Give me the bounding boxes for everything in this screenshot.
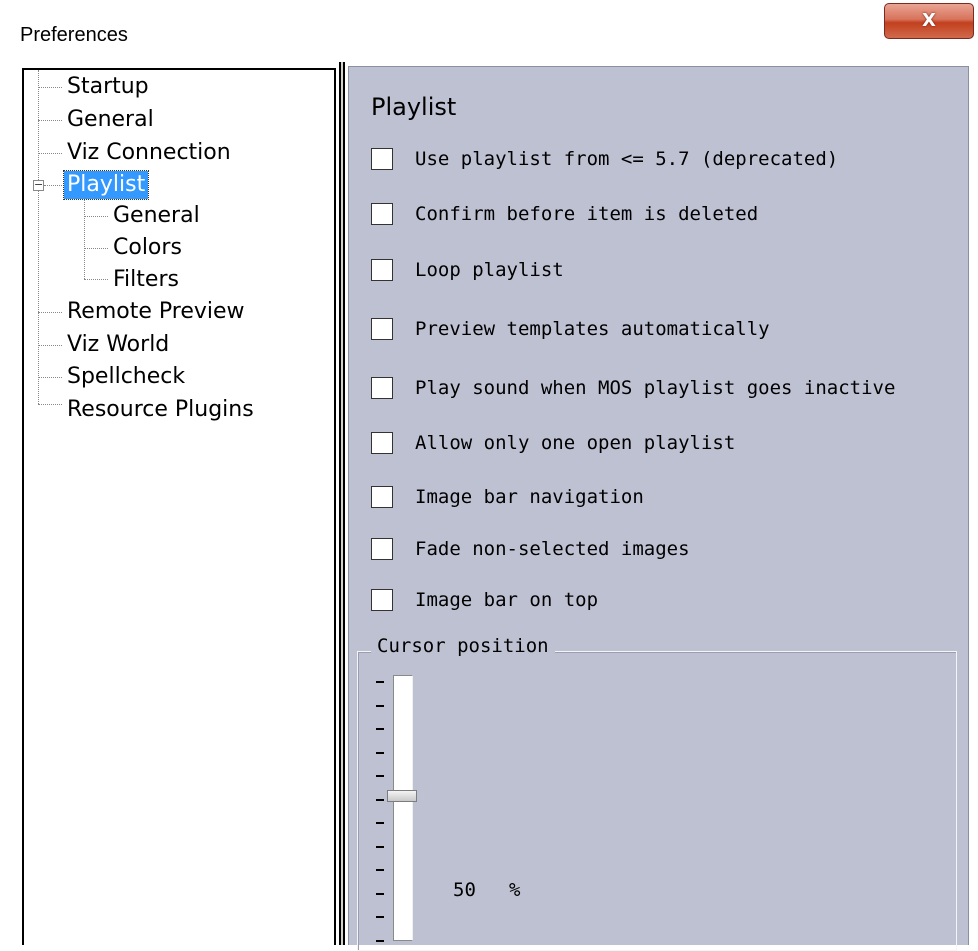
checkbox[interactable] [371,148,393,170]
tree-item-label: Resource Plugins [67,397,254,422]
tree-connector [84,279,108,280]
tree-item-label: Viz World [67,332,170,357]
cursor-position-value: 50 [453,879,476,901]
tree-connector [84,248,108,249]
option-image-bar-on-top[interactable]: Image bar on top [371,586,598,614]
tree-connector [38,404,62,405]
close-icon: X [922,10,936,31]
collapse-icon[interactable]: − [33,179,44,191]
tree-item-playlist-colors[interactable]: Colors [110,233,185,263]
tree-item-viz-connection[interactable]: Viz Connection [64,138,234,168]
slider-tick [376,822,384,824]
option-label: Use playlist from <= 5.7 (deprecated) [415,148,839,170]
tree-connector [38,312,62,313]
title-bar: Preferences X [0,0,978,62]
checkbox[interactable] [371,589,393,611]
slider-tick [376,705,384,707]
tree-item-startup[interactable]: Startup [64,72,152,102]
slider-tick [376,893,384,895]
option-preview-templates[interactable]: Preview templates automatically [371,315,770,343]
option-play-sound[interactable]: Play sound when MOS playlist goes inacti… [371,374,895,402]
tree-item-label: Spellcheck [67,364,186,389]
tree-item-label: Startup [67,74,149,99]
tree-item-label: General [113,203,200,228]
group-legend: Cursor position [371,635,555,657]
option-label: Image bar on top [415,589,599,611]
tree-item-viz-world[interactable]: Viz World [64,330,172,360]
option-label: Preview templates automatically [415,318,770,340]
splitter[interactable] [339,62,345,945]
slider-tick [376,752,384,754]
tree-item-playlist-filters[interactable]: Filters [110,265,182,295]
option-loop-playlist[interactable]: Loop playlist [371,256,564,284]
tree-connector [38,377,62,378]
tree-item-label: Colors [113,235,182,260]
cursor-position-slider[interactable] [393,675,413,941]
playlist-settings-panel: Playlist Use playlist from <= 5.7 (depre… [348,66,969,951]
option-label: Allow only one open playlist [415,432,736,454]
tree-item-playlist-general[interactable]: General [110,201,203,231]
cursor-position-group [357,651,957,951]
tree-connector [38,120,62,121]
option-label: Loop playlist [415,259,564,281]
slider-tick [376,940,384,942]
slider-tick [376,775,384,777]
option-one-open-playlist[interactable]: Allow only one open playlist [371,429,735,457]
tree-item-spellcheck[interactable]: Spellcheck [64,362,188,392]
tree-connector [38,87,62,88]
tree-item-remote-preview[interactable]: Remote Preview [64,297,248,327]
tree-item-general[interactable]: General [64,105,157,135]
tree-item-label: Remote Preview [67,299,245,324]
checkbox[interactable] [371,538,393,560]
option-label: Confirm before item is deleted [415,203,759,225]
option-label: Fade non-selected images [415,538,690,560]
checkbox[interactable] [371,432,393,454]
slider-tick [376,869,384,871]
slider-thumb[interactable] [387,790,417,802]
section-title: Playlist [371,93,457,121]
window-title: Preferences [20,24,128,46]
option-label: Play sound when MOS playlist goes inacti… [415,377,896,399]
checkbox[interactable] [371,259,393,281]
tree-item-label: Viz Connection [67,140,231,165]
tree-item-playlist[interactable]: Playlist [62,170,150,200]
checkbox[interactable] [371,203,393,225]
slider-tick [376,916,384,918]
tree-connector [38,345,62,346]
slider-tick [376,681,384,683]
checkbox[interactable] [371,377,393,399]
tree-connector [84,216,108,217]
checkbox[interactable] [371,486,393,508]
tree-item-label: General [67,107,154,132]
checkbox[interactable] [371,318,393,340]
tree-connector [38,153,62,154]
option-fade-non-selected[interactable]: Fade non-selected images [371,535,690,563]
option-label: Image bar navigation [415,486,644,508]
option-image-bar-navigation[interactable]: Image bar navigation [371,483,644,511]
tree-connector [84,198,85,279]
option-confirm-delete[interactable]: Confirm before item is deleted [371,200,758,228]
preferences-window: Preferences X − Startup General Viz Conn… [0,0,978,951]
slider-tick [376,799,384,801]
tree-connector [44,185,62,186]
tree-item-resource-plugins[interactable]: Resource Plugins [64,395,257,425]
slider-tick [376,728,384,730]
option-use-old-playlist[interactable]: Use playlist from <= 5.7 (deprecated) [371,145,838,173]
close-button[interactable]: X [884,3,974,39]
preferences-tree[interactable]: − Startup General Viz Connection Playlis… [22,68,336,945]
slider-tick [376,846,384,848]
tree-item-label: Filters [113,267,179,292]
cursor-position-unit: % [509,879,521,901]
tree-item-label: Playlist [62,170,150,200]
